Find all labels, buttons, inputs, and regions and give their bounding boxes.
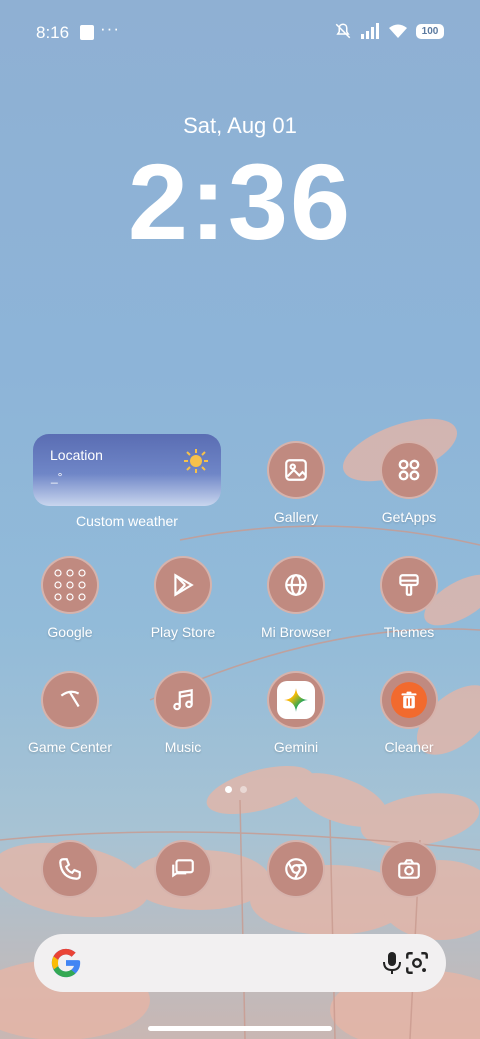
app-label: GetApps (381, 509, 437, 525)
clock[interactable]: 2:36 (0, 148, 480, 256)
app-label: Music (164, 739, 202, 755)
messages-icon (172, 859, 194, 878)
dock-phone[interactable] (15, 840, 125, 898)
battery-indicator: 100 (416, 23, 444, 39)
dock-chrome[interactable] (241, 840, 351, 898)
weather-temperature: _° (51, 470, 63, 484)
weather-widget-label: Custom weather (76, 513, 178, 529)
app-label: Themes (383, 624, 435, 640)
app-label: Gallery (273, 509, 319, 525)
app-game-center[interactable]: Game Center (15, 671, 125, 755)
phone-icon (59, 858, 81, 880)
google-folder-icon (54, 569, 86, 601)
status-bar: 8:16 ··· 100 (0, 18, 480, 46)
app-label: Mi Browser (260, 624, 331, 640)
more-notifications-icon: ··· (100, 19, 120, 38)
chrome-icon (285, 858, 307, 880)
app-play-store[interactable]: Play Store (128, 556, 238, 640)
camera-icon (398, 859, 420, 879)
date-label[interactable]: Sat, Aug 01 (0, 113, 480, 139)
notification-icon (80, 25, 94, 40)
app-label: Play Store (150, 624, 216, 640)
app-label: Cleaner (384, 739, 434, 755)
page-indicator (225, 786, 247, 793)
app-gallery[interactable]: Gallery (241, 441, 351, 525)
page-dot-active (225, 786, 232, 793)
app-music[interactable]: Music (128, 671, 238, 755)
app-gemini[interactable]: Gemini (241, 671, 351, 755)
gallery-icon (285, 459, 307, 481)
gemini-icon (284, 688, 308, 712)
page-dot (240, 786, 247, 793)
dock-messages[interactable] (128, 840, 238, 898)
wifi-icon (389, 24, 407, 38)
app-themes[interactable]: Themes (354, 556, 464, 640)
weather-widget[interactable]: Location _° (33, 434, 221, 506)
weather-location: Location (50, 447, 103, 463)
app-label: Game Center (27, 739, 113, 755)
google-search-bar[interactable] (34, 934, 446, 992)
google-lens-icon[interactable] (404, 950, 430, 976)
app-google-folder[interactable]: Google (15, 556, 125, 640)
app-mi-browser[interactable]: Mi Browser (241, 556, 351, 640)
signal-icon (361, 23, 379, 39)
gesture-handle[interactable] (148, 1026, 332, 1031)
play-store-icon (174, 573, 194, 597)
microphone-icon[interactable] (380, 950, 404, 976)
mute-icon (335, 23, 351, 39)
app-label: Google (47, 624, 93, 640)
app-getapps[interactable]: GetApps (354, 441, 464, 525)
dock-camera[interactable] (354, 840, 464, 898)
trash-icon (401, 691, 417, 709)
status-time: 8:16 (36, 23, 70, 42)
getapps-icon (398, 459, 420, 481)
google-logo-icon (51, 948, 81, 978)
globe-icon (285, 574, 307, 596)
sun-icon (184, 449, 208, 473)
music-note-icon (173, 688, 193, 711)
brush-icon (399, 574, 419, 596)
app-label: Gemini (273, 739, 319, 755)
app-cleaner[interactable]: Cleaner (354, 671, 464, 755)
game-icon (60, 690, 80, 708)
